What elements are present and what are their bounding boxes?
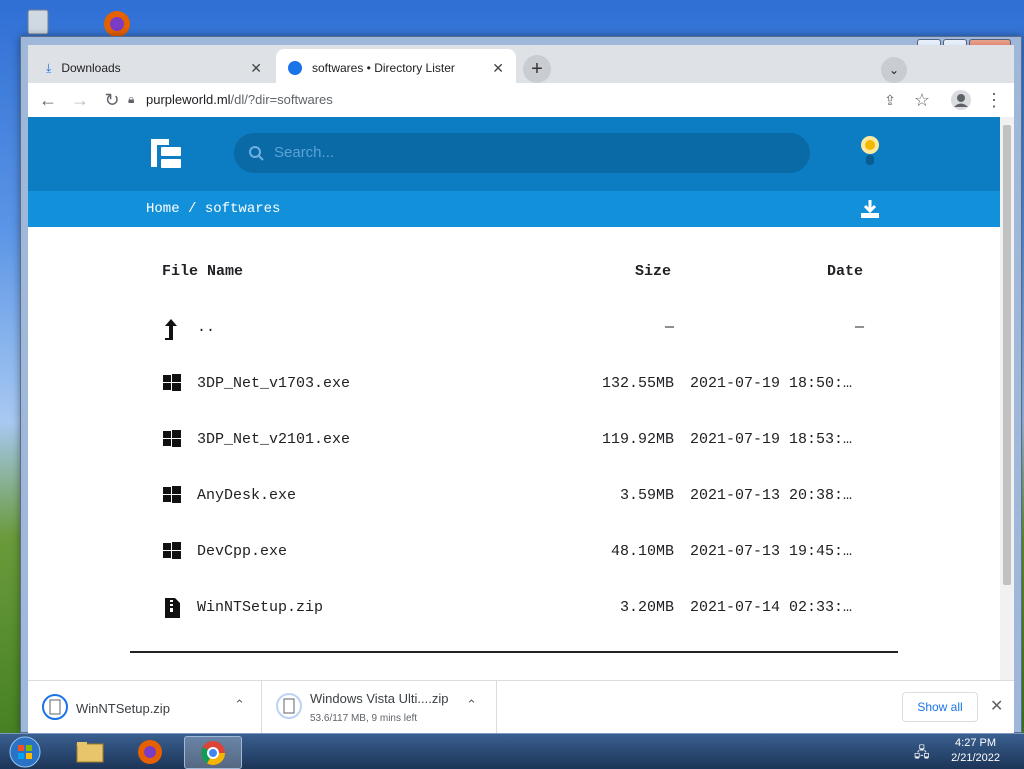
directory-lister-logo[interactable]: [149, 137, 185, 172]
parent-directory-label: ..: [197, 319, 216, 336]
tab-title: Downloads: [61, 61, 121, 75]
breadcrumb: Home / softwares: [146, 201, 280, 217]
taskbar: 🖧︎ 4:27 PM 2/21/2022: [0, 733, 1024, 769]
url-path: /dl/?dir=softwares: [230, 92, 333, 107]
download-folder-icon[interactable]: [860, 199, 880, 222]
tab-strip: ⤓ Downloads ✕ softwares • Directory List…: [28, 45, 1014, 87]
file-size: 132.55MB: [601, 375, 674, 392]
zip-file-icon: [162, 597, 182, 623]
show-all-button[interactable]: Show all: [902, 692, 978, 722]
menu-kebab-icon[interactable]: ⋮: [982, 88, 1006, 112]
lock-icon: 🔒︎: [128, 92, 135, 106]
file-date: 2021-07-14 02:33:…: [690, 599, 853, 616]
file-date: 2021-07-19 18:53:…: [690, 431, 853, 448]
file-name: AnyDesk.exe: [197, 487, 297, 504]
system-clock[interactable]: 4:27 PM 2/21/2022: [951, 736, 1000, 766]
breadcrumb-current[interactable]: softwares: [205, 201, 281, 217]
file-name: 3DP_Net_v2101.exe: [197, 431, 351, 448]
address-bar[interactable]: purpleworld.ml/dl/?dir=softwares: [146, 92, 333, 107]
download-filename: Windows Vista Ulti....zip: [310, 691, 449, 706]
tab-directory-lister[interactable]: softwares • Directory Lister ✕: [276, 49, 516, 87]
new-tab-button[interactable]: +: [523, 55, 551, 83]
file-size: 3.59MB: [619, 487, 674, 504]
breadcrumb-home-link[interactable]: Home: [146, 201, 180, 217]
breadcrumb-bar: Home / softwares: [28, 191, 1000, 227]
file-row[interactable]: WinNTSetup.zip 3.20MB 2021-07-14 02:33:…: [158, 589, 878, 629]
file-row[interactable]: 3DP_Net_v2101.exe 119.92MB 2021-07-19 18…: [158, 421, 878, 461]
download-item[interactable]: WinNTSetup.zip ⌃: [28, 681, 262, 733]
column-header-size[interactable]: Size: [635, 263, 671, 280]
theme-toggle-bulb-icon[interactable]: [860, 135, 880, 172]
file-size: —: [664, 319, 674, 336]
windows-icon: [162, 373, 182, 397]
column-header-date[interactable]: Date: [827, 263, 863, 280]
file-name: WinNTSetup.zip: [197, 599, 324, 616]
profile-avatar-icon[interactable]: [949, 88, 973, 112]
close-tab-icon[interactable]: ✕: [492, 60, 504, 77]
level-up-arrow-icon: [162, 317, 180, 345]
windows-icon: [162, 485, 182, 509]
directory-lister-favicon: [288, 61, 302, 75]
start-button[interactable]: [0, 736, 50, 767]
file-row[interactable]: AnyDesk.exe 3.59MB 2021-07-13 20:38:…: [158, 477, 878, 517]
download-item[interactable]: Windows Vista Ulti....zip 53.6/117 MB, 9…: [262, 681, 497, 733]
firefox-desktop-icon[interactable]: [94, 4, 140, 37]
search-placeholder: Search...: [274, 144, 335, 161]
browser-window: ▁ ▢ ✕ ⤓ Downloads ✕ softwares • Director…: [20, 36, 1022, 733]
file-size: 119.92MB: [601, 431, 674, 448]
file-icon: [276, 693, 302, 722]
network-icon[interactable]: 🖧︎: [914, 742, 930, 766]
page-scrollbar[interactable]: [1000, 117, 1014, 680]
tab-search-button[interactable]: ⌄: [881, 57, 907, 83]
site-header: Search...: [28, 117, 1000, 191]
file-size: 3.20MB: [619, 599, 674, 616]
file-date: —: [855, 319, 865, 336]
parent-directory-row[interactable]: .. — —: [158, 309, 878, 349]
tab-downloads[interactable]: ⤓ Downloads ✕: [34, 49, 274, 87]
file-date: 2021-07-13 19:45:…: [690, 543, 853, 560]
file-row[interactable]: DevCpp.exe 48.10MB 2021-07-13 19:45:…: [158, 533, 878, 573]
close-tab-icon[interactable]: ✕: [250, 60, 262, 77]
reload-button[interactable]: ↻: [100, 88, 124, 112]
chevron-up-icon[interactable]: ⌃: [466, 697, 477, 713]
download-filename: WinNTSetup.zip: [76, 701, 170, 716]
chrome-taskbar-icon[interactable]: [184, 736, 242, 769]
search-input[interactable]: Search...: [234, 133, 810, 173]
recycle-bin-icon[interactable]: [18, 6, 58, 36]
download-shelf: WinNTSetup.zip ⌃ Windows Vista Ulti....z…: [28, 680, 1014, 733]
url-host: purpleworld.ml: [146, 92, 231, 107]
file-row[interactable]: 3DP_Net_v1703.exe 132.55MB 2021-07-19 18…: [158, 365, 878, 405]
share-icon[interactable]: ⇪: [878, 88, 902, 112]
file-explorer-icon[interactable]: [62, 736, 118, 767]
column-header-name[interactable]: File Name: [162, 263, 243, 280]
tab-title: softwares • Directory Lister: [312, 61, 455, 75]
file-name: DevCpp.exe: [197, 543, 288, 560]
file-name: 3DP_Net_v1703.exe: [197, 375, 351, 392]
browser-toolbar: ← → ↻ 🔒︎ purpleworld.ml/dl/?dir=software…: [28, 83, 1014, 117]
firefox-taskbar-icon[interactable]: [122, 736, 178, 767]
scrollbar-thumb[interactable]: [1003, 125, 1011, 585]
file-icon: [42, 694, 68, 723]
chevron-up-icon[interactable]: ⌃: [234, 697, 245, 713]
clock-time: 4:27 PM: [955, 737, 997, 749]
file-size: 48.10MB: [610, 543, 674, 560]
search-icon: [248, 133, 264, 189]
windows-icon: [162, 429, 182, 453]
download-status: 53.6/117 MB, 9 mins left: [310, 713, 418, 724]
breadcrumb-separator: /: [188, 201, 197, 217]
clock-date: 2/21/2022: [951, 752, 1000, 764]
forward-button[interactable]: →: [68, 88, 92, 112]
close-shelf-icon[interactable]: ✕: [990, 696, 1003, 716]
file-date: 2021-07-13 20:38:…: [690, 487, 853, 504]
back-button[interactable]: ←: [36, 88, 60, 112]
bookmark-star-icon[interactable]: ☆: [910, 88, 934, 112]
page-content: Search... Home / softwares File Name Siz…: [28, 117, 1000, 680]
download-icon: ⤓: [46, 60, 52, 75]
file-date: 2021-07-19 18:50:…: [690, 375, 853, 392]
footer-divider: [130, 651, 898, 653]
windows-icon: [162, 541, 182, 565]
